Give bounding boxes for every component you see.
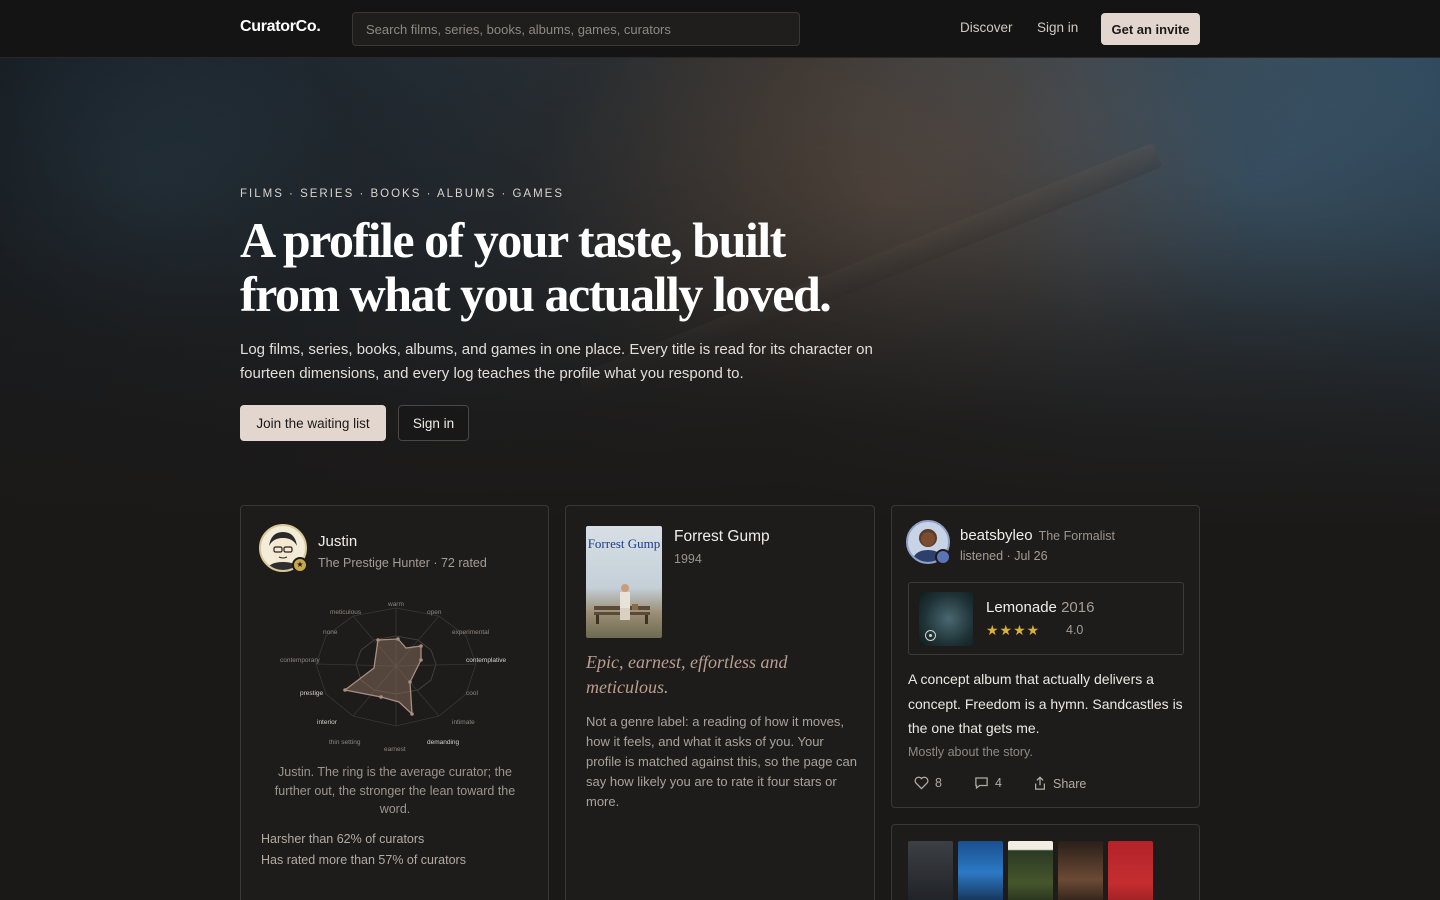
nav-sign-in-link[interactable]: Sign in (1037, 20, 1078, 35)
shelf-thumb[interactable] (908, 841, 953, 900)
radar-label-cool: cool (466, 690, 478, 697)
share-label: Share (1053, 776, 1087, 791)
film-poster[interactable]: Forrest Gump (586, 526, 662, 638)
activity-username[interactable]: beatsbyleo (960, 527, 1033, 544)
activity-card: beatsbyleo The Formalist listened · Jul 2… (891, 505, 1200, 808)
taste-profile-card: ★ Justin The Prestige Hunter · 72 rated … (240, 505, 549, 900)
radar-label-thin-setting: thin setting (329, 739, 361, 746)
activity-user-role: The Formalist (1038, 529, 1115, 543)
taste-radar-shape (343, 638, 422, 716)
formalist-badge-icon (935, 549, 951, 565)
like-count: 8 (935, 776, 942, 790)
radar-label-open: open (427, 609, 442, 616)
profile-meta: The Prestige Hunter · 72 rated (318, 556, 487, 570)
star-rating-icon: ★★★★ (986, 622, 1041, 638)
radar-label-contemporary: contemporary (280, 657, 320, 664)
top-navigation-bar: CuratorCo. Discover Sign in Get an invit… (0, 0, 1440, 58)
shelf-thumb[interactable] (958, 841, 1003, 900)
comment-count: 4 (995, 776, 1002, 790)
search-input[interactable] (352, 12, 800, 46)
prestige-badge-icon: ★ (292, 557, 308, 573)
shelf-thumb[interactable] (1058, 841, 1103, 900)
album-cover (919, 592, 973, 646)
radar-label-none: none (323, 629, 338, 636)
comment-icon (975, 777, 988, 790)
album-year: 2016 (1061, 599, 1095, 616)
bench-figure-icon (594, 584, 650, 624)
radar-label-demanding: demanding (427, 739, 460, 746)
hero-sign-in-button[interactable]: Sign in (398, 405, 469, 441)
radar-label-meticulous: meticulous (330, 609, 362, 616)
landing-page: CuratorCo. Discover Sign in Get an invit… (0, 0, 1440, 900)
album-name[interactable]: Lemonade (986, 599, 1057, 616)
get-invite-button[interactable]: Get an invite (1101, 13, 1200, 45)
review-note: Mostly about the story. (908, 745, 1033, 759)
share-button[interactable]: Share (1033, 776, 1086, 791)
logo[interactable]: CuratorCo. (240, 18, 321, 36)
radar-label-intimate: intimate (452, 719, 475, 726)
harshness-stat: Harsher than 62% of curators (261, 832, 425, 846)
taste-radar-chart: warm open experimental contemplative coo… (280, 601, 506, 753)
hero-subtitle: Log films, series, books, albums, and ga… (240, 341, 873, 382)
hero-kicker: FILMS · SERIES · BOOKS · ALBUMS · GAMES (240, 188, 565, 200)
radar-label-contemplative: contemplative (466, 657, 506, 664)
film-explanation: Not a genre label: a reading of how it m… (586, 714, 857, 809)
rated-count-stat: Has rated more than 57% of curators (261, 853, 466, 867)
shelf-thumb[interactable] (1008, 841, 1053, 900)
radar-caption: Justin. The ring is the average curator;… (274, 765, 516, 816)
film-title[interactable]: Forrest Gump (674, 528, 770, 546)
shelf-card (891, 824, 1200, 900)
radar-label-interior: interior (317, 719, 338, 726)
hero-headline: A profile of your taste, built from what… (240, 212, 832, 322)
album-entry[interactable]: Lemonade 2016 ★★★★ 4.0 (908, 582, 1184, 655)
activity-user[interactable]: beatsbyleo The Formalist (960, 527, 1115, 544)
activity-meta: listened · Jul 26 (960, 549, 1048, 563)
radar-label-experimental: experimental (452, 629, 490, 636)
rating-value: 4.0 (1066, 623, 1084, 637)
radar-label-prestige: prestige (300, 690, 324, 697)
nav-discover-link[interactable]: Discover (960, 20, 1013, 35)
review-text: A concept album that actually delivers a… (908, 671, 1183, 736)
film-character-tagline: Epic, earnest, effortless and meticulous… (586, 652, 788, 697)
like-button[interactable]: 8 (914, 776, 942, 790)
join-waiting-list-button[interactable]: Join the waiting list (240, 405, 386, 441)
album-title[interactable]: Lemonade 2016 (986, 599, 1094, 616)
shelf-thumb[interactable] (1108, 841, 1153, 900)
share-icon (1035, 776, 1045, 790)
vinyl-icon (925, 630, 936, 641)
heart-icon (914, 776, 929, 790)
radar-label-warm: warm (387, 601, 404, 608)
comment-button[interactable]: 4 (974, 776, 1002, 790)
profile-name[interactable]: Justin (318, 533, 357, 550)
film-year: 1994 (674, 552, 702, 566)
film-reading-card: Forrest Gump Forrest Gump 1994 Epic, ear… (565, 505, 875, 900)
radar-label-earnest: earnest (384, 746, 406, 753)
